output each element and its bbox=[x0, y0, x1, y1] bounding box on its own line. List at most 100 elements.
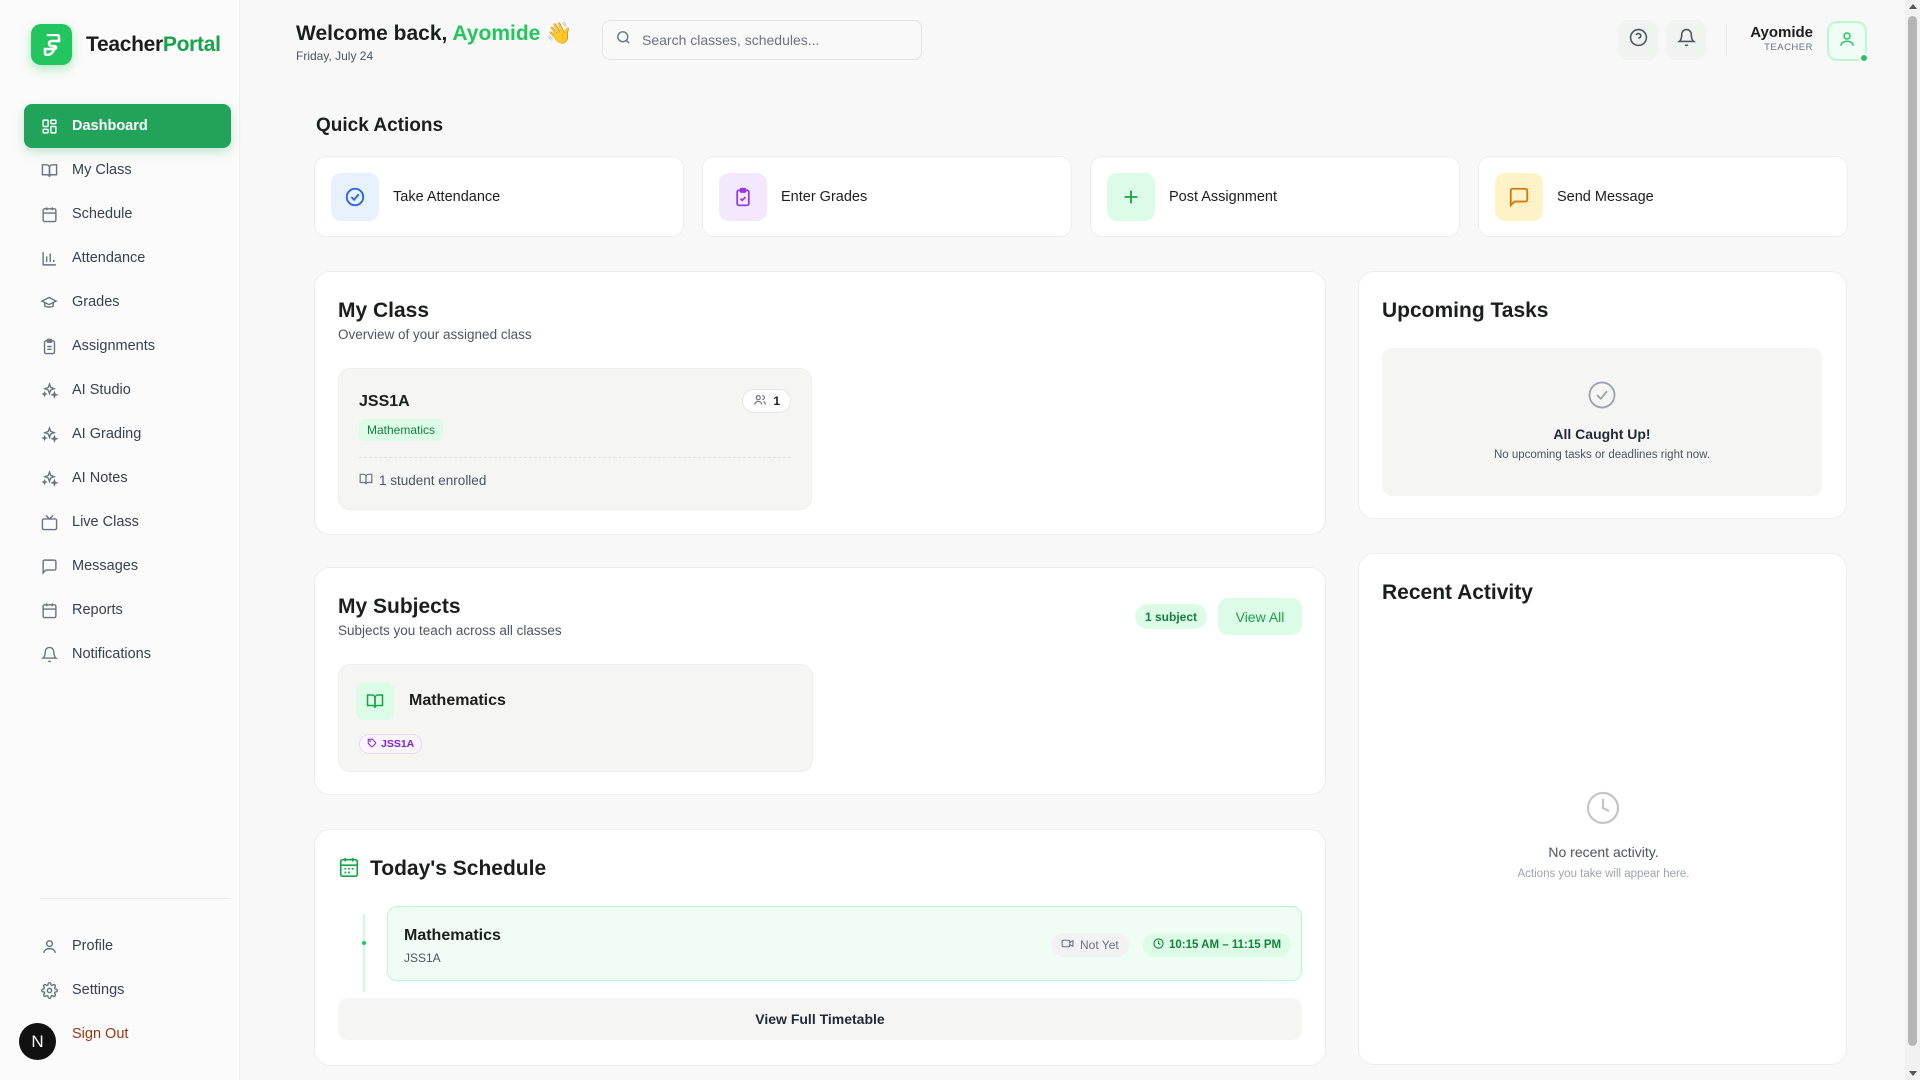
sidebar-item-label: Settings bbox=[72, 982, 125, 998]
sidebar-item-profile[interactable]: Profile bbox=[24, 924, 231, 968]
status-label: Not Yet bbox=[1080, 938, 1119, 952]
clipboard-icon bbox=[40, 337, 58, 355]
schedule-class: JSS1A bbox=[404, 951, 441, 965]
calendar-icon bbox=[338, 856, 360, 883]
student-count-badge: 1 bbox=[742, 389, 791, 413]
user-name: Ayomide bbox=[1750, 24, 1813, 41]
quick-action-label: Take Attendance bbox=[393, 188, 501, 205]
video-icon bbox=[1061, 937, 1074, 953]
search-bar[interactable] bbox=[602, 20, 922, 60]
user-icon bbox=[1838, 30, 1856, 53]
sidebar-item-label: Sign Out bbox=[72, 1026, 129, 1042]
sidebar-item-attendance[interactable]: Attendance bbox=[24, 236, 231, 280]
sidebar-item-label: AI Notes bbox=[72, 470, 128, 486]
welcome-prefix: Welcome back, bbox=[296, 22, 448, 45]
post-assignment-button[interactable]: Post Assignment bbox=[1090, 156, 1460, 237]
user-icon bbox=[40, 937, 58, 955]
page-title: Welcome back, Ayomide 👋 bbox=[296, 22, 572, 46]
upcoming-tasks-title: Upcoming Tasks bbox=[1382, 299, 1549, 322]
sidebar-item-ai-studio[interactable]: AI Studio bbox=[24, 368, 231, 412]
sidebar-item-ai-grading[interactable]: AI Grading bbox=[24, 412, 231, 456]
clock-icon bbox=[1585, 790, 1621, 831]
tv-icon bbox=[40, 513, 58, 531]
view-full-timetable-button[interactable]: View Full Timetable bbox=[338, 998, 1302, 1040]
sidebar-item-reports[interactable]: Reports bbox=[24, 588, 231, 632]
message-square-icon bbox=[40, 557, 58, 575]
users-icon bbox=[753, 393, 767, 410]
status-badge: Not Yet bbox=[1051, 933, 1129, 957]
help-button[interactable] bbox=[1618, 20, 1658, 60]
class-card-jss1a[interactable]: JSS1A 1 Mathematics 1 student enrolled bbox=[338, 368, 812, 510]
sidebar-item-my-class[interactable]: My Class bbox=[24, 148, 231, 192]
scroll-up-arrow-icon[interactable] bbox=[1909, 4, 1917, 9]
sidebar-item-label: Schedule bbox=[72, 206, 133, 222]
user-avatar-button[interactable] bbox=[1827, 21, 1869, 63]
student-count: 1 bbox=[773, 394, 780, 408]
send-message-button[interactable]: Send Message bbox=[1478, 156, 1848, 237]
upcoming-tasks-empty: All Caught Up! No upcoming tasks or dead… bbox=[1382, 348, 1822, 496]
plus-icon bbox=[1107, 172, 1155, 221]
sidebar-item-label: Notifications bbox=[72, 646, 151, 662]
sidebar-item-label: Live Class bbox=[72, 514, 139, 530]
class-card-divider bbox=[359, 457, 791, 458]
subject-name: Mathematics bbox=[409, 692, 506, 709]
graduation-cap-icon bbox=[40, 293, 58, 311]
subject-count-badge: 1 subject bbox=[1135, 604, 1207, 629]
notifications-button[interactable] bbox=[1666, 20, 1706, 60]
sidebar-item-assignments[interactable]: Assignments bbox=[24, 324, 231, 368]
sidebar-item-label: Profile bbox=[72, 938, 114, 954]
my-subjects-card: My Subjects Subjects you teach across al… bbox=[314, 567, 1326, 795]
scrollbar-thumb[interactable] bbox=[1908, 16, 1917, 1046]
scroll-down-arrow-icon[interactable] bbox=[1909, 1071, 1917, 1076]
wave-icon: 👋 bbox=[546, 22, 573, 45]
quick-action-label: Send Message bbox=[1557, 188, 1654, 205]
brand-name-part1: Teacher bbox=[86, 32, 163, 56]
bar-chart-icon bbox=[40, 249, 58, 267]
book-open-icon bbox=[356, 682, 394, 720]
sidebar-item-sign-out[interactable]: Sign Out bbox=[24, 1012, 231, 1056]
avatar[interactable]: N bbox=[19, 1023, 56, 1060]
schedule-item[interactable]: Mathematics JSS1A Not Yet 10:15 AM – 11:… bbox=[387, 906, 1302, 981]
enter-grades-button[interactable]: Enter Grades bbox=[702, 156, 1072, 237]
my-subjects-subtitle: Subjects you teach across all classes bbox=[338, 623, 562, 638]
sidebar-item-label: AI Grading bbox=[72, 426, 142, 442]
my-class-card: My Class Overview of your assigned class… bbox=[314, 271, 1326, 535]
sidebar-item-dashboard[interactable]: Dashboard bbox=[24, 104, 231, 148]
sidebar-item-live-class[interactable]: Live Class bbox=[24, 500, 231, 544]
sparkles-icon bbox=[40, 469, 58, 487]
quick-action-label: Post Assignment bbox=[1169, 188, 1277, 205]
time-label: 10:15 AM – 11:15 PM bbox=[1169, 939, 1282, 951]
brand[interactable]: TeacherPortal bbox=[31, 24, 221, 65]
sidebar-item-grades[interactable]: Grades bbox=[24, 280, 231, 324]
sidebar-item-label: AI Studio bbox=[72, 382, 131, 398]
header-divider bbox=[1726, 24, 1727, 56]
gear-icon bbox=[40, 981, 58, 999]
tag-icon bbox=[367, 738, 377, 751]
sidebar-item-notifications[interactable]: Notifications bbox=[24, 632, 231, 676]
search-input[interactable] bbox=[642, 32, 902, 48]
sidebar-item-messages[interactable]: Messages bbox=[24, 544, 231, 588]
sidebar-item-label: Assignments bbox=[72, 338, 156, 354]
sidebar-item-label: My Class bbox=[72, 162, 132, 178]
current-date: Friday, July 24 bbox=[296, 49, 374, 63]
sidebar-item-ai-notes[interactable]: AI Notes bbox=[24, 456, 231, 500]
subject-tag-label: Mathematics bbox=[359, 419, 444, 441]
grid-icon bbox=[40, 117, 58, 135]
view-all-button[interactable]: View All bbox=[1218, 598, 1302, 635]
sidebar-item-settings[interactable]: Settings bbox=[24, 968, 231, 1012]
recent-activity-title: Recent Activity bbox=[1382, 581, 1533, 604]
sidebar-item-label: Dashboard bbox=[72, 118, 148, 134]
recent-activity-card: Recent Activity No recent activity. Acti… bbox=[1358, 553, 1847, 1065]
empty-subtitle: Actions you take will appear here. bbox=[1517, 868, 1690, 880]
sidebar-item-schedule[interactable]: Schedule bbox=[24, 192, 231, 236]
check-circle-icon bbox=[331, 172, 379, 221]
app: TeacherPortal Dashboard My Class Schedul… bbox=[0, 0, 1905, 1080]
clock-icon bbox=[1153, 938, 1164, 952]
subject-tag: Mathematics bbox=[359, 419, 444, 441]
scrollbar[interactable] bbox=[1905, 0, 1920, 1080]
my-class-subtitle: Overview of your assigned class bbox=[338, 327, 532, 342]
empty-subtitle: No upcoming tasks or deadlines right now… bbox=[1493, 449, 1711, 461]
take-attendance-button[interactable]: Take Attendance bbox=[314, 156, 684, 237]
subject-card-mathematics[interactable]: Mathematics JSS1A bbox=[338, 664, 813, 772]
todays-schedule-card: Today's Schedule Mathematics JSS1A Not Y… bbox=[314, 829, 1326, 1066]
